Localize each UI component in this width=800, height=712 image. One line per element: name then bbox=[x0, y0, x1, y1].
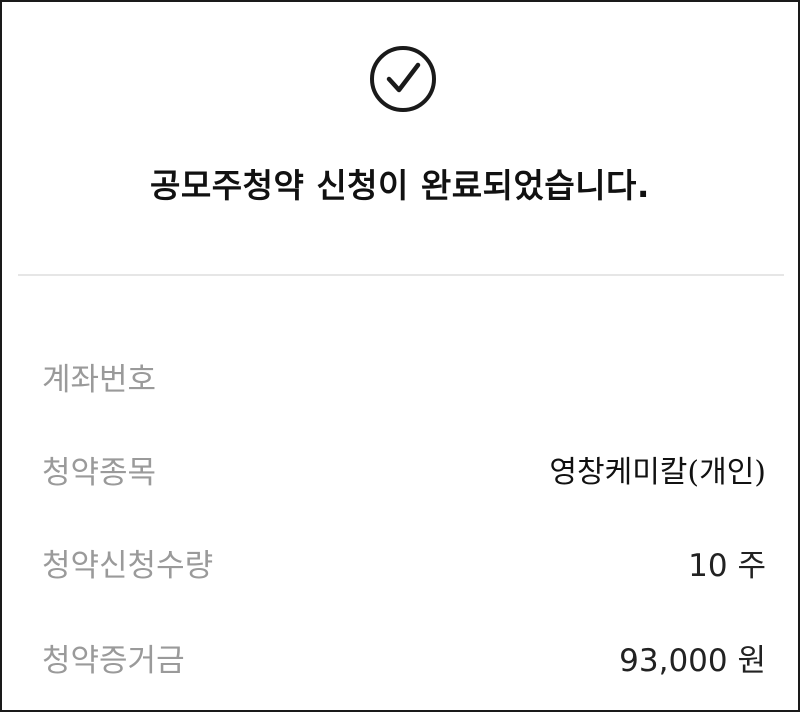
subscription-item-label: 청약종목 bbox=[42, 455, 157, 491]
subscription-quantity-label: 청약신청수량 bbox=[42, 548, 214, 584]
detail-row-subscription-deposit: 청약증거금 93,000 원 bbox=[2, 631, 798, 691]
confirmation-title: 공모주청약 신청이 완료되었습니다. bbox=[150, 166, 650, 205]
subscription-deposit-value: 93,000 원 bbox=[619, 643, 766, 679]
subscription-deposit-label: 청약증거금 bbox=[42, 643, 185, 679]
detail-row-account-number: 계좌번호 bbox=[2, 350, 798, 410]
subscription-quantity-value: 10 주 bbox=[688, 548, 766, 584]
confirmation-screen: 공모주청약 신청이 완료되었습니다. 계좌번호 청약종목 영창케미칼(개인) 청… bbox=[0, 0, 800, 712]
subscription-item-value: 영창케미칼(개인) bbox=[549, 455, 766, 490]
divider bbox=[18, 274, 784, 276]
detail-row-subscription-item: 청약종목 영창케미칼(개인) bbox=[2, 443, 798, 503]
check-circle-icon bbox=[370, 46, 436, 112]
account-number-label: 계좌번호 bbox=[42, 362, 157, 398]
detail-row-subscription-quantity: 청약신청수량 10 주 bbox=[2, 536, 798, 596]
